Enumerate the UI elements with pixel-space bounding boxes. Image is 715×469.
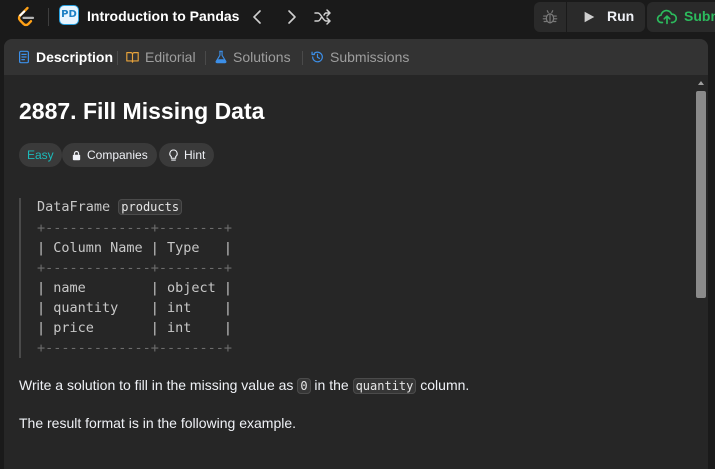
instruction-paragraph: Write a solution to fill in the missing …: [19, 377, 470, 394]
cloud-upload-icon: [656, 9, 678, 25]
schema-code-block: DataFrame products +-------------+------…: [19, 198, 319, 358]
hint-label: Hint: [184, 148, 206, 162]
result-format-paragraph: The result format is in the following ex…: [19, 415, 297, 431]
difficulty-badge: Easy: [19, 143, 62, 167]
tab-label: Description: [36, 49, 114, 65]
study-plan-badge[interactable]: PD: [59, 5, 79, 25]
tab-label: Solutions: [233, 49, 291, 65]
lock-icon: [72, 150, 81, 160]
tab-separator: [117, 51, 118, 65]
problem-title[interactable]: 2887. Fill Missing Data: [19, 98, 264, 125]
topbar-divider: [48, 8, 49, 26]
scrollbar-thumb[interactable]: [696, 91, 706, 298]
instruction-text: column.: [416, 377, 470, 393]
schema-line: | price | int |: [37, 320, 233, 336]
submit-label: Submit: [684, 8, 715, 24]
history-icon: [311, 51, 323, 63]
leetcode-logo-icon[interactable]: [14, 5, 38, 29]
description-icon: [19, 50, 29, 64]
schema-line: +-------------+--------+: [37, 340, 233, 356]
submit-button[interactable]: Submit: [647, 2, 715, 32]
shuffle-icon[interactable]: [313, 7, 333, 27]
book-icon: [126, 52, 139, 63]
tab-separator: [205, 51, 206, 65]
schema-prefix: DataFrame: [37, 199, 119, 215]
instruction-text: Write a solution to fill in the missing …: [19, 377, 298, 393]
companies-chip[interactable]: Companies: [62, 143, 157, 167]
fill-value-code: 0: [297, 378, 311, 394]
flask-icon: [215, 50, 227, 64]
schema-line: | Column Name | Type |: [37, 240, 233, 256]
schema-line: | quantity | int |: [37, 300, 233, 316]
run-label: Run: [607, 8, 635, 24]
companies-label: Companies: [87, 148, 148, 162]
run-button[interactable]: Run: [567, 2, 645, 32]
tab-label: Submissions: [330, 49, 410, 65]
debug-button[interactable]: [534, 2, 566, 32]
scroll-up-arrow-icon[interactable]: [697, 79, 705, 87]
chevron-right-icon[interactable]: [281, 7, 301, 27]
play-icon: [584, 11, 595, 23]
tab-solutions[interactable]: Solutions: [214, 49, 291, 65]
lightbulb-icon: [169, 148, 178, 161]
tab-label: Editorial: [145, 49, 196, 65]
schema-header: DataFrame products: [37, 199, 183, 215]
schema-line: +-------------+--------+: [37, 260, 233, 276]
study-plan-title[interactable]: Introduction to Pandas: [87, 8, 239, 24]
schema-name: products: [118, 199, 183, 215]
scrollbar[interactable]: [695, 79, 707, 469]
tab-editorial[interactable]: Editorial: [125, 49, 196, 65]
tab-description[interactable]: Description: [17, 49, 113, 65]
schema-line: | name | object |: [37, 280, 233, 296]
tab-submissions[interactable]: Submissions: [310, 49, 409, 65]
description-panel: Description Editorial Solutions Submissi…: [4, 39, 708, 469]
column-name-code: quantity: [352, 378, 417, 394]
tab-separator: [302, 51, 303, 65]
schema-line: +-------------+--------+: [37, 220, 233, 236]
bug-icon: [542, 10, 558, 24]
tab-bar: Description Editorial Solutions Submissi…: [4, 39, 708, 75]
top-bar: PD Introduction to Pandas Run Submit: [0, 0, 715, 34]
hint-chip[interactable]: Hint: [159, 143, 215, 167]
instruction-text: in the: [310, 377, 353, 393]
chevron-left-icon[interactable]: [248, 7, 268, 27]
